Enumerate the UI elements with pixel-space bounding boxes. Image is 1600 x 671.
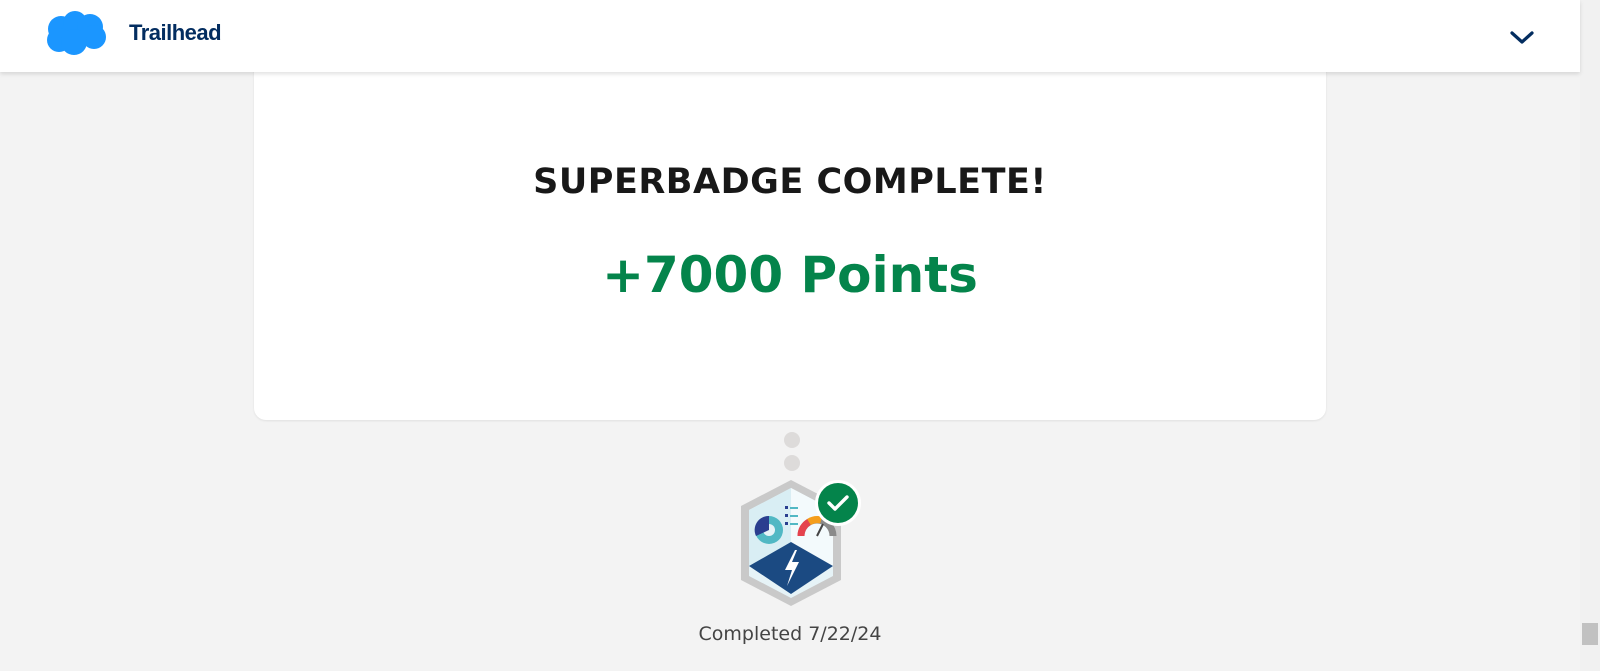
completion-card: SUPERBADGE COMPLETE! +7000 Points [254,60,1326,420]
superbadge-icon [741,480,861,606]
checkmark-icon [818,483,858,523]
scrollbar-thumb[interactable] [1582,623,1598,645]
brand-name[interactable]: Trailhead [129,20,222,46]
trail-dot [784,432,800,448]
points-earned: +7000 Points [602,246,978,304]
completion-title: SUPERBADGE COMPLETE! [533,162,1047,202]
top-header: Trailhead [0,0,1580,72]
trail-dot [784,455,800,471]
completed-date: Completed 7/22/24 [698,623,882,645]
scrollbar-track[interactable] [1580,0,1600,671]
salesforce-cloud-icon[interactable] [44,10,108,56]
chevron-down-icon[interactable] [1508,26,1536,48]
